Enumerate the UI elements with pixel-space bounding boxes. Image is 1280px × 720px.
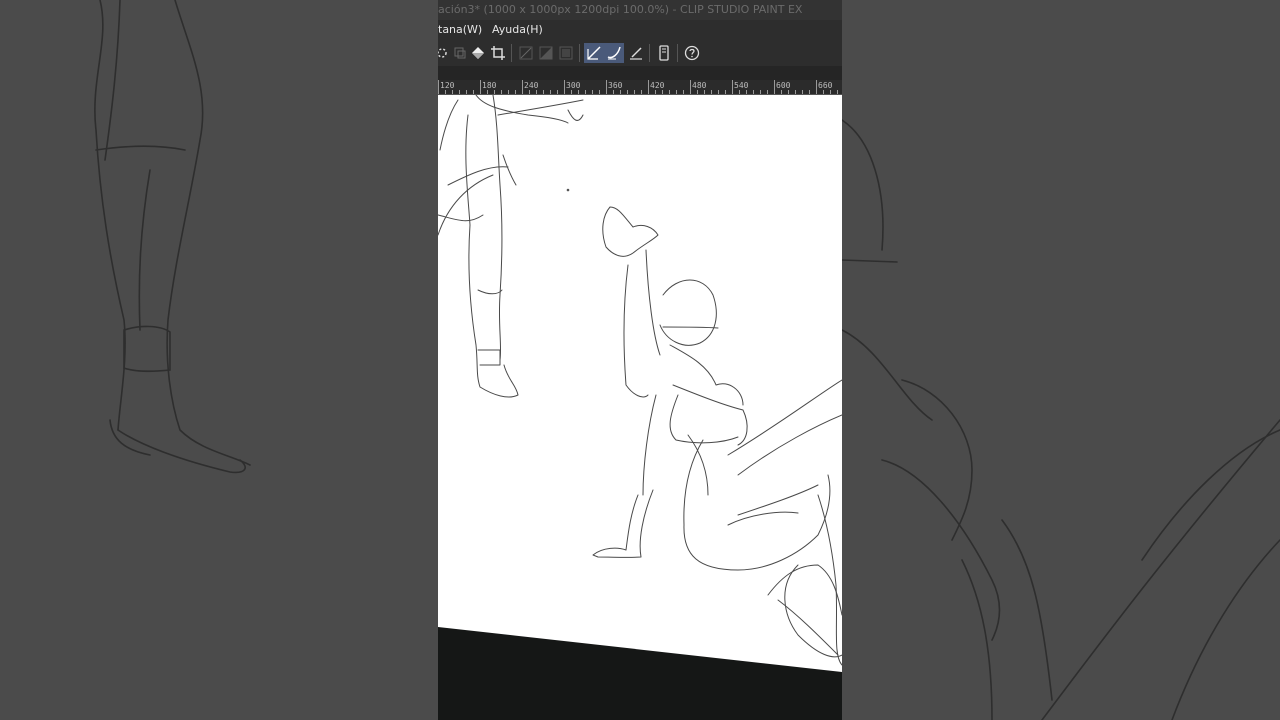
layer-icon[interactable] [450,43,470,63]
clip-studio-window: ación3* (1000 x 1000px 1200dpi 100.0%) -… [438,0,842,720]
horizontal-ruler: 120 180 240 300 360 420 480 540 600 660 [438,80,842,95]
drawing-canvas[interactable] [438,95,842,720]
canvas-area[interactable] [438,95,842,720]
right-blurred-background [842,0,1280,720]
stabilizer-icon[interactable] [584,43,604,63]
ruler-label: 240 [524,81,539,90]
fill-icon[interactable] [468,43,488,63]
menu-ayuda[interactable]: Ayuda(H) [492,20,543,40]
ruler-label: 360 [608,81,623,90]
toolbar-gap [438,66,842,80]
window-title: ación3* (1000 x 1000px 1200dpi 100.0%) -… [438,3,803,16]
ruler-label: 420 [650,81,665,90]
ruler-label: 300 [566,81,581,90]
menu-bar: tana(W) Ayuda(H) [438,20,842,40]
snap-special-ruler-icon[interactable] [536,43,556,63]
left-blurred-background [0,0,438,720]
title-bar: ación3* (1000 x 1000px 1200dpi 100.0%) -… [438,0,842,20]
snap-ruler-icon[interactable] [516,43,536,63]
ruler-label: 600 [776,81,791,90]
blurred-sketch-right [842,119,1280,720]
blurred-sketch-left [94,0,251,474]
curve-icon[interactable] [604,43,624,63]
help-icon[interactable] [682,43,702,63]
snap-grid-icon[interactable] [556,43,576,63]
ruler-label: 120 [440,81,455,90]
crop-icon[interactable] [488,43,508,63]
command-bar [438,40,842,66]
canvas-paper [438,95,842,672]
ruler-label: 540 [734,81,749,90]
pen-pressure-icon[interactable] [626,43,646,63]
ruler-label: 480 [692,81,707,90]
ruler-label: 180 [482,81,497,90]
menu-ventana[interactable]: tana(W) [438,20,482,40]
ruler-label: 660 [818,81,833,90]
device-icon[interactable] [654,43,674,63]
